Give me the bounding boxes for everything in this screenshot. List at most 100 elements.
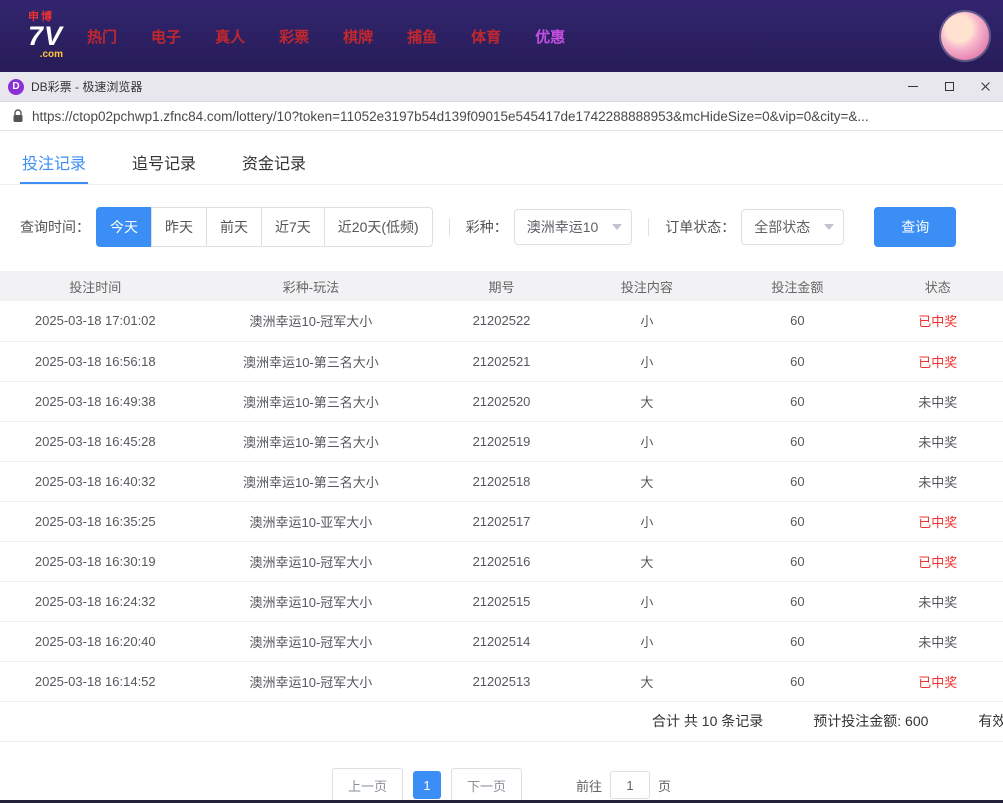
table-header-row: 投注时间 彩种-玩法 期号 投注内容 投注金额 状态 (0, 271, 1003, 301)
cell-content: 小 (571, 621, 723, 662)
cell-amount: 60 (722, 301, 873, 342)
order-status-value: 全部状态 (754, 219, 811, 235)
cell-issue: 21202518 (431, 461, 572, 502)
cell-game-play: 澳洲幸运10-冠军大小 (190, 581, 432, 622)
logo-com-text: .com (39, 49, 64, 60)
col-header-content: 投注内容 (571, 271, 723, 301)
cell-bet-time: 2025-03-18 16:20:40 (0, 621, 191, 662)
summary-bar: 合计 共 10 条记录 预计投注金额: 600 有效投注金额 (0, 702, 1003, 742)
cell-amount: 60 (722, 501, 873, 542)
goto-label: 前往 (576, 778, 603, 794)
chevron-down-icon (824, 224, 835, 230)
cell-amount: 60 (722, 581, 873, 622)
cell-amount: 60 (722, 541, 873, 582)
time-filter-20days[interactable]: 近20天(低频) (323, 207, 433, 247)
cell-game-play: 澳洲幸运10-冠军大小 (190, 661, 432, 702)
cell-status: 未中奖 (872, 621, 1003, 662)
cell-game-play: 澳洲幸运10-冠军大小 (190, 301, 432, 342)
cell-amount: 60 (722, 381, 873, 422)
cell-content: 小 (571, 421, 723, 462)
minimize-icon (908, 86, 918, 87)
cell-issue: 21202516 (431, 541, 572, 582)
nav-item-fishing[interactable]: 捕鱼 (405, 20, 439, 53)
cell-game-play: 澳洲幸运10-第三名大小 (190, 421, 432, 462)
lottery-select[interactable]: 澳洲幸运10 (513, 209, 633, 245)
nav-items: 热门 电子 真人 彩票 棋牌 捕鱼 体育 优惠 (85, 20, 567, 53)
cell-game-play: 澳洲幸运10-亚军大小 (190, 501, 432, 542)
goto-page-input[interactable] (610, 771, 651, 799)
browser-titlebar: D DB彩票 - 极速浏览器 (0, 72, 1003, 102)
browser-app-icon: D (8, 78, 24, 95)
nav-item-cards[interactable]: 棋牌 (341, 20, 375, 53)
cell-amount: 60 (722, 421, 873, 462)
cell-game-play: 澳洲幸运10-冠军大小 (190, 621, 432, 662)
tab-chase-records[interactable]: 追号记录 (130, 141, 198, 184)
col-header-game-play: 彩种-玩法 (190, 271, 432, 301)
filter-divider (448, 218, 450, 236)
maximize-icon (944, 82, 954, 91)
user-avatar[interactable] (941, 12, 989, 60)
cell-bet-time: 2025-03-18 16:56:18 (0, 341, 191, 382)
time-filter-label: 查询时间： (20, 219, 90, 235)
nav-item-slots[interactable]: 电子 (149, 20, 183, 53)
logo-main-text: 7V (28, 21, 64, 51)
tab-bet-records[interactable]: 投注记录 (20, 141, 89, 184)
search-button[interactable]: 查询 (874, 207, 957, 247)
tab-fund-records[interactable]: 资金记录 (240, 141, 308, 184)
table-row: 2025-03-18 16:14:52 澳洲幸运10-冠军大小 21202513… (0, 661, 1003, 702)
url-text[interactable]: https://ctop02pchwp1.zfnc84.com/lottery/… (32, 109, 991, 124)
lock-icon (13, 109, 23, 122)
nav-item-lottery[interactable]: 彩票 (277, 20, 311, 53)
table-row: 2025-03-18 16:45:28 澳洲幸运10-第三名大小 2120251… (0, 421, 1003, 462)
cell-content: 大 (571, 461, 723, 502)
cell-bet-time: 2025-03-18 16:30:19 (0, 541, 191, 582)
table-row: 2025-03-18 16:49:38 澳洲幸运10-第三名大小 2120252… (0, 381, 1003, 422)
site-logo[interactable]: 申博 7V .com (28, 12, 63, 60)
cell-status: 未中奖 (872, 381, 1003, 422)
nav-item-sports[interactable]: 体育 (469, 20, 503, 53)
col-header-issue: 期号 (431, 271, 572, 301)
cell-bet-time: 2025-03-18 16:35:25 (0, 501, 191, 542)
goto-page: 前往 页 (576, 771, 671, 799)
cell-issue: 21202522 (431, 301, 572, 342)
close-button[interactable] (967, 72, 1003, 101)
cell-bet-time: 2025-03-18 16:24:32 (0, 581, 191, 622)
cell-issue: 21202515 (431, 581, 572, 622)
bet-records-table: 投注时间 彩种-玩法 期号 投注内容 投注金额 状态 2025-03-18 17… (0, 271, 1003, 702)
next-page-button[interactable]: 下一页 (450, 767, 522, 803)
cell-bet-time: 2025-03-18 17:01:02 (0, 301, 191, 342)
order-status-select[interactable]: 全部状态 (741, 209, 845, 245)
cell-status: 未中奖 (872, 421, 1003, 462)
cell-game-play: 澳洲幸运10-第三名大小 (190, 381, 432, 422)
prev-page-button[interactable]: 上一页 (331, 767, 403, 803)
cell-content: 小 (571, 341, 723, 382)
page-number-current[interactable]: 1 (412, 771, 441, 799)
table-row: 2025-03-18 16:20:40 澳洲幸运10-冠军大小 21202514… (0, 621, 1003, 662)
nav-item-promo[interactable]: 优惠 (533, 20, 567, 53)
time-filter-today[interactable]: 今天 (96, 207, 152, 247)
table-row: 2025-03-18 16:30:19 澳洲幸运10-冠军大小 21202516… (0, 541, 1003, 582)
summary-expected: 预计投注金额: 600 (813, 713, 929, 729)
maximize-button[interactable] (931, 72, 967, 101)
time-filter-7days[interactable]: 近7天 (261, 207, 325, 247)
cell-bet-time: 2025-03-18 16:14:52 (0, 661, 191, 702)
cell-amount: 60 (722, 461, 873, 502)
time-filter-yesterday[interactable]: 昨天 (151, 207, 207, 247)
window-controls (895, 72, 1003, 101)
record-tabs: 投注记录 追号记录 资金记录 (0, 141, 1003, 185)
col-header-status: 状态 (872, 271, 1003, 301)
time-filter-daybefore[interactable]: 前天 (206, 207, 262, 247)
cell-content: 小 (571, 301, 723, 342)
goto-suffix: 页 (658, 778, 672, 794)
nav-item-live[interactable]: 真人 (213, 20, 247, 53)
nav-item-hot[interactable]: 热门 (85, 20, 119, 53)
cell-content: 大 (571, 661, 723, 702)
cell-content: 大 (571, 541, 723, 582)
time-filter-group: 今天 昨天 前天 近7天 近20天(低频) (96, 207, 433, 247)
cell-bet-time: 2025-03-18 16:45:28 (0, 421, 191, 462)
chevron-down-icon (612, 224, 623, 230)
cell-status: 已中奖 (872, 661, 1003, 702)
status-filter-label: 订单状态： (665, 219, 736, 235)
site-nav: 申博 7V .com 热门 电子 真人 彩票 棋牌 捕鱼 体育 优惠 (0, 0, 1003, 72)
minimize-button[interactable] (895, 72, 931, 101)
